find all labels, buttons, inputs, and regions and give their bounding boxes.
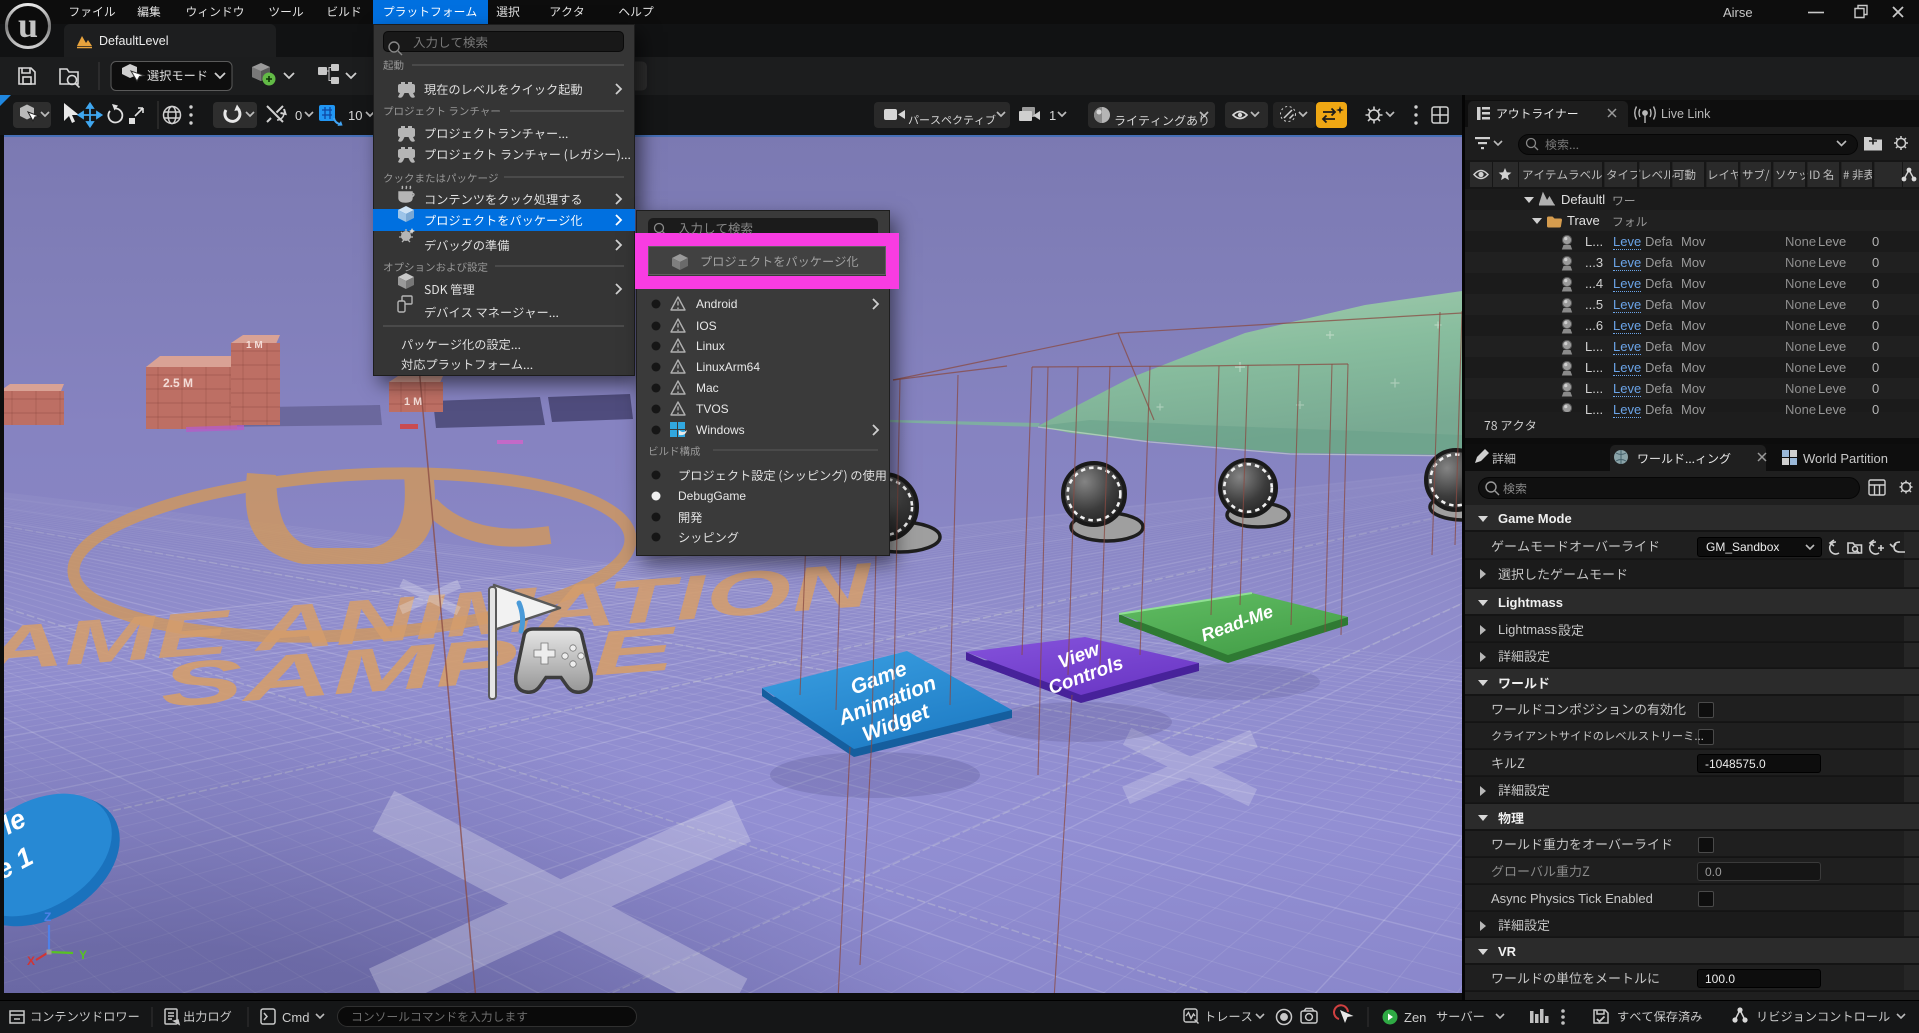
svg-text:2.5 M: 2.5 M [163,376,193,390]
svg-text:1: 1 [1049,108,1056,123]
svg-text:1 M: 1 M [404,396,422,408]
svg-text:1 M: 1 M [246,340,263,351]
svg-text:u: u [18,5,38,45]
svg-text:Y: Y [79,948,87,962]
svg-text:0: 0 [295,108,302,123]
svg-text:10: 10 [348,108,362,123]
svg-text:X: X [27,954,35,968]
svg-text:Z: Z [44,910,51,924]
